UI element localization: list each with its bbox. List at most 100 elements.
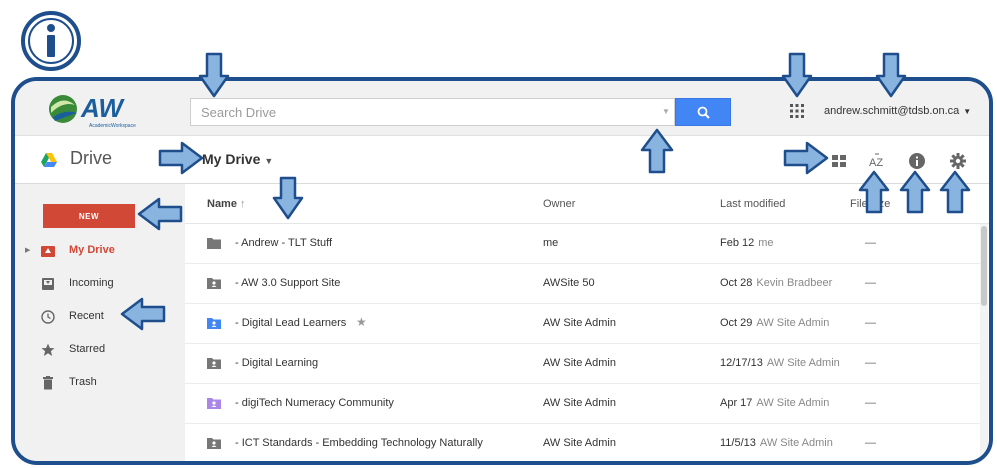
sort-az-icon: AZ [869, 153, 883, 169]
column-header-owner[interactable]: Owner [543, 198, 575, 210]
folder-icon [207, 238, 221, 249]
my-drive-icon [41, 246, 55, 257]
sort-button[interactable]: AZ [868, 152, 886, 170]
grid-view-icon [832, 155, 846, 167]
table-row[interactable]: - Digital Learning AW Site Admin 12/17/1… [185, 344, 980, 384]
search-input[interactable] [190, 98, 675, 126]
svg-text:AW: AW [80, 93, 125, 123]
info-icon [909, 153, 925, 169]
file-size: — [865, 397, 876, 409]
grid-view-button[interactable] [830, 152, 848, 170]
file-name: - ICT Standards - Embedding Technology N… [235, 437, 483, 449]
new-button[interactable]: NEW [43, 204, 135, 228]
file-modified: 12/17/13 AW Site Admin [720, 357, 840, 369]
callout-arrow-down-icon [781, 52, 813, 98]
modified-date: 11/5/13 [720, 437, 756, 449]
file-size: — [865, 357, 876, 369]
drive-window: AW AcademicWorkspace ▼ andrew. [11, 77, 993, 465]
callout-arrow-up-icon [939, 170, 971, 214]
top-bar: AW AcademicWorkspace ▼ andrew. [15, 81, 989, 136]
file-name: - Andrew - TLT Stuff [235, 237, 333, 249]
sidebar-item-label: Starred [69, 343, 106, 355]
callout-arrow-up-icon [640, 128, 674, 174]
shared-folder-blue-icon [207, 318, 221, 329]
sort-ascending-icon: ↑ [240, 198, 246, 210]
callout-arrow-right-icon [158, 141, 204, 175]
table-row[interactable]: - AW 3.0 Support Site AWSite 50 Oct 28 Ke… [185, 264, 980, 304]
modified-by: AW Site Admin [756, 397, 830, 409]
file-modified: Oct 29 AW Site Admin [720, 317, 829, 329]
modified-date: Oct 28 [720, 277, 753, 289]
modified-date: Apr 17 [720, 397, 753, 409]
modified-date: Feb 12 [720, 237, 755, 249]
modified-date: Oct 29 [720, 317, 753, 329]
file-modified: Oct 28 Kevin Bradbeer [720, 277, 832, 289]
shared-folder-icon [207, 278, 221, 289]
sidebar-item-label: Trash [69, 376, 97, 388]
table-row[interactable]: - Digital Lead Learners ★ AW Site Admin … [185, 304, 980, 344]
modified-by: AW Site Admin [756, 317, 830, 329]
aw-logo[interactable]: AW AcademicWorkspace [45, 87, 165, 131]
modified-date: 12/17/13 [720, 357, 763, 369]
file-size: — [865, 317, 876, 329]
callout-arrow-right-icon [783, 141, 829, 175]
info-badge-icon [21, 11, 81, 71]
table-row[interactable]: - ICT Standards - Embedding Technology N… [185, 424, 980, 461]
callout-arrow-up-icon [899, 170, 931, 214]
trash-icon [43, 376, 53, 390]
file-owner: AWSite 50 [543, 277, 595, 289]
sidebar-item-label: Incoming [69, 277, 114, 289]
column-header-modified[interactable]: Last modified [720, 198, 785, 210]
search-bar: ▼ [190, 98, 731, 126]
expand-arrow-icon[interactable]: ▶ [25, 246, 30, 254]
callout-arrow-left-icon [120, 297, 166, 331]
file-modified: Feb 12 me [720, 237, 774, 249]
settings-button[interactable] [949, 152, 967, 170]
tutorial-screenshot: AW AcademicWorkspace ▼ andrew. [0, 0, 997, 468]
account-caret-icon: ▼ [963, 107, 972, 116]
table-row[interactable]: - Andrew - TLT Stuff me Feb 12 me — [185, 224, 980, 264]
file-owner: AW Site Admin [543, 397, 616, 409]
breadcrumb-label: My Drive [202, 151, 261, 167]
drive-logo-icon [41, 153, 57, 167]
callout-arrow-down-icon [272, 176, 304, 220]
scrollbar-thumb[interactable] [981, 226, 987, 306]
sidebar-item-incoming[interactable]: Incoming [15, 273, 185, 295]
table-row[interactable]: - digiTech Numeracy Community AW Site Ad… [185, 384, 980, 424]
search-button[interactable] [675, 98, 731, 126]
file-owner: AW Site Admin [543, 317, 616, 329]
svg-text:AcademicWorkspace: AcademicWorkspace [89, 123, 136, 129]
modified-by: AW Site Admin [766, 357, 840, 369]
sidebar-item-label: Recent [69, 310, 104, 322]
breadcrumb[interactable]: My Drive ▼ [202, 151, 273, 167]
column-header-name[interactable]: Name ↑ [207, 198, 246, 210]
scrollbar[interactable] [980, 224, 988, 461]
account-menu[interactable]: andrew.schmitt@tdsb.on.ca ▼ [824, 105, 971, 117]
clock-icon [41, 310, 55, 324]
search-options-caret-icon[interactable]: ▼ [662, 107, 670, 116]
apps-grid-icon[interactable] [790, 104, 804, 118]
file-size: — [865, 237, 876, 249]
modified-by: me [758, 237, 774, 249]
callout-arrow-left-icon [137, 197, 183, 231]
search-icon [697, 106, 710, 119]
shared-folder-purple-icon [207, 398, 221, 409]
account-email: andrew.schmitt@tdsb.on.ca [824, 105, 960, 117]
sidebar-item-my-drive[interactable]: ▶ My Drive [15, 240, 185, 262]
shared-folder-icon [207, 358, 221, 369]
sidebar-item-trash[interactable]: Trash [15, 372, 185, 394]
star-icon [41, 343, 55, 356]
file-name: - AW 3.0 Support Site [235, 277, 341, 289]
sidebar-item-label: My Drive [69, 244, 115, 256]
file-list: Name ↑ Owner Last modified File size - A… [185, 184, 989, 461]
callout-arrow-down-icon [198, 52, 230, 98]
details-button[interactable] [908, 152, 926, 170]
starred-icon[interactable]: ★ [356, 315, 367, 329]
modified-by: AW Site Admin [759, 437, 833, 449]
incoming-icon [42, 278, 54, 290]
column-header-name-label: Name [207, 198, 237, 210]
file-modified: Apr 17 AW Site Admin [720, 397, 829, 409]
sidebar-item-starred[interactable]: Starred [15, 339, 185, 361]
file-owner: AW Site Admin [543, 437, 616, 449]
callout-arrow-up-icon [858, 170, 890, 214]
